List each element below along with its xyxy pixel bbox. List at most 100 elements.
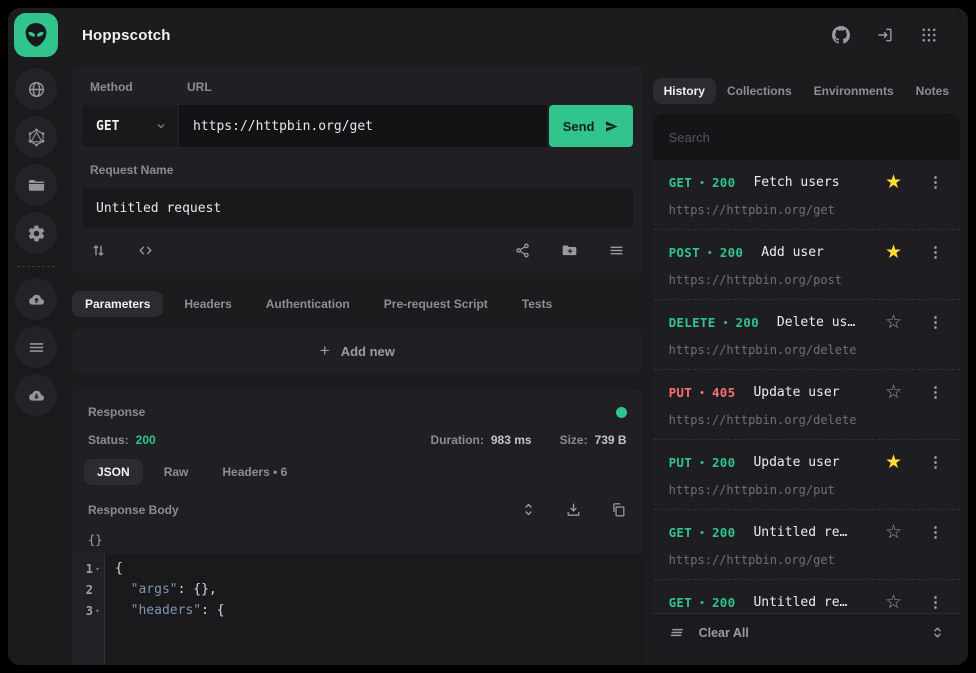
history-status: 200	[712, 455, 735, 470]
history-panel: HistoryCollectionsEnvironmentsNotes GET …	[653, 62, 960, 665]
copy-icon[interactable]	[610, 501, 627, 518]
align-lines-icon[interactable]	[608, 242, 625, 259]
history-url: https://httpbin.org/delete	[669, 343, 948, 357]
size-label: Size:	[560, 433, 588, 447]
response-body-editor[interactable]: 1▾23▾ { "args": {}, "headers": {	[72, 554, 643, 665]
sidebar-item-settings[interactable]	[15, 212, 57, 254]
history-item[interactable]: DELETE • 200 Delete us… ☆ ⋮ https://http…	[653, 300, 960, 370]
sidebar-item-list[interactable]	[15, 326, 57, 368]
sidebar-item-rest[interactable]	[15, 68, 57, 110]
method-select[interactable]: GET	[82, 105, 177, 147]
star-icon[interactable]: ☆	[885, 523, 902, 542]
response-title: Response	[88, 405, 145, 419]
plus-icon: +	[320, 341, 330, 361]
history-item[interactable]: POST • 200 Add user ★ ⋮ https://httpbin.…	[653, 230, 960, 300]
status-dot-icon	[616, 407, 627, 418]
history-url: https://httpbin.org/get	[669, 553, 948, 567]
sidebar-item-collections[interactable]	[15, 164, 57, 206]
history-item[interactable]: PUT • 405 Update user ☆ ⋮ https://httpbi…	[653, 370, 960, 440]
send-arrow-icon	[604, 119, 619, 134]
github-icon[interactable]	[832, 26, 850, 44]
kebab-menu-icon[interactable]: ⋮	[923, 455, 948, 470]
tab-environments[interactable]: Environments	[803, 78, 905, 104]
download-icon[interactable]	[565, 501, 582, 518]
history-method: GET	[669, 525, 692, 540]
url-input[interactable]	[179, 105, 547, 147]
json-filter-hint[interactable]: {}	[72, 526, 643, 554]
tab-history[interactable]: History	[653, 78, 716, 104]
history-method: GET	[669, 595, 692, 610]
share-icon[interactable]	[514, 242, 531, 259]
sidebar-item-cloud-download[interactable]	[15, 374, 57, 416]
tab-json[interactable]: JSON	[84, 459, 143, 485]
kebab-menu-icon[interactable]: ⋮	[923, 315, 948, 330]
history-method: GET	[669, 175, 692, 190]
kebab-menu-icon[interactable]: ⋮	[923, 245, 948, 260]
kebab-menu-icon[interactable]: ⋮	[923, 385, 948, 400]
history-name: Untitled re…	[753, 595, 847, 610]
history-item[interactable]: GET • 200 Untitled re… ☆ ⋮	[653, 580, 960, 613]
history-item[interactable]: PUT • 200 Update user ★ ⋮ https://httpbi…	[653, 440, 960, 510]
method-label: Method	[82, 80, 179, 94]
url-label: URL	[179, 80, 212, 94]
search-input[interactable]	[653, 114, 960, 160]
history-status: 200	[712, 595, 735, 610]
dot-separator: •	[700, 527, 704, 539]
tab-raw[interactable]: Raw	[151, 459, 202, 485]
request-card: Method URL GET Send Re	[72, 66, 643, 273]
history-item[interactable]: GET • 200 Untitled re… ☆ ⋮ https://httpb…	[653, 510, 960, 580]
clear-lines-icon	[669, 624, 686, 641]
request-tabs: Parameters Headers Authentication Pre-reque…	[72, 291, 643, 317]
folder-icon	[27, 176, 46, 195]
swap-vertical-icon[interactable]	[90, 242, 107, 259]
star-icon[interactable]: ☆	[885, 383, 902, 402]
code-icon[interactable]	[137, 242, 154, 259]
star-icon[interactable]: ★	[885, 173, 902, 192]
history-url: https://httpbin.org/post	[669, 273, 948, 287]
request-name-input[interactable]	[82, 188, 633, 228]
kebab-menu-icon[interactable]: ⋮	[923, 525, 948, 540]
graphql-icon	[27, 128, 46, 147]
star-icon[interactable]: ☆	[885, 313, 902, 332]
collapse-chevrons-icon[interactable]	[929, 624, 946, 641]
dot-separator: •	[724, 317, 728, 329]
history-method: PUT	[669, 455, 692, 470]
history-list: GET • 200 Fetch users ★ ⋮ https://httpbi…	[653, 160, 960, 613]
tab-tests[interactable]: Tests	[509, 291, 565, 317]
tab-headers[interactable]: Headers	[171, 291, 244, 317]
star-icon[interactable]: ★	[885, 243, 902, 262]
unfold-icon[interactable]	[520, 501, 537, 518]
history-name: Untitled re…	[753, 525, 847, 540]
tab-authentication[interactable]: Authentication	[253, 291, 363, 317]
duration-value: 983 ms	[491, 433, 532, 447]
clear-all-button[interactable]: Clear All	[699, 626, 749, 640]
hoppscotch-logo[interactable]	[14, 13, 58, 57]
status-value: 200	[136, 433, 156, 447]
tab-collections[interactable]: Collections	[716, 78, 803, 104]
tab-pre-request-script[interactable]: Pre-request Script	[371, 291, 501, 317]
tab-headers-6[interactable]: Headers • 6	[209, 459, 300, 485]
tab-notes[interactable]: Notes	[905, 78, 960, 104]
star-icon[interactable]: ★	[885, 453, 902, 472]
sidebar-item-cloud-upload[interactable]	[15, 278, 57, 320]
history-footer: Clear All	[653, 613, 960, 651]
history-url: https://httpbin.org/put	[669, 483, 948, 497]
send-button[interactable]: Send	[549, 105, 633, 147]
dot-separator: •	[700, 387, 704, 399]
history-item[interactable]: GET • 200 Fetch users ★ ⋮ https://httpbi…	[653, 160, 960, 230]
history-status: 200	[735, 315, 758, 330]
code-lines: { "args": {}, "headers": {	[105, 554, 643, 665]
cloud-upload-icon	[27, 290, 46, 309]
tab-parameters[interactable]: Parameters	[72, 291, 163, 317]
code-gutter: 1▾23▾	[72, 554, 105, 665]
sidebar-item-graphql[interactable]	[15, 116, 57, 158]
login-icon[interactable]	[876, 26, 894, 44]
kebab-menu-icon[interactable]: ⋮	[923, 175, 948, 190]
add-new-button[interactable]: + Add new	[72, 329, 643, 373]
history-status: 405	[712, 385, 735, 400]
kebab-menu-icon[interactable]: ⋮	[923, 595, 948, 610]
save-to-collection-icon[interactable]	[561, 242, 578, 259]
history-url: https://httpbin.org/get	[669, 203, 948, 217]
star-icon[interactable]: ☆	[885, 593, 902, 612]
apps-grid-icon[interactable]	[920, 26, 938, 44]
